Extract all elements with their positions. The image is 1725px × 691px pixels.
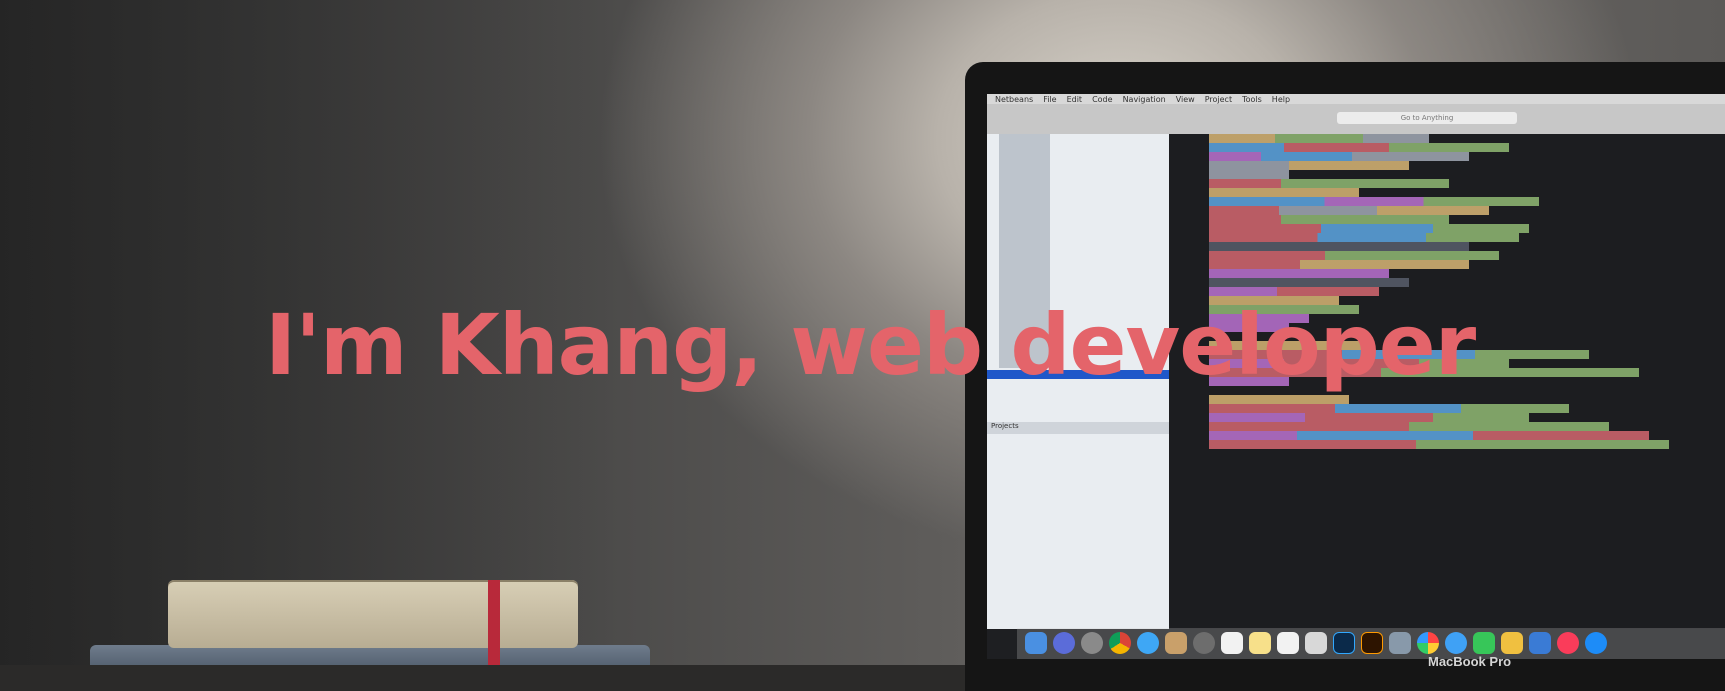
finder-icon (1025, 632, 1047, 654)
app-icon (1389, 632, 1411, 654)
code-line (1209, 242, 1469, 251)
book-top (168, 580, 578, 672)
tree-row (999, 251, 1169, 260)
chrome-icon (1109, 632, 1131, 654)
hero-section: Netbeans File Edit Code Navigation View … (0, 0, 1725, 691)
code-line (1209, 224, 1529, 233)
code-line (1209, 278, 1409, 287)
code-line (1209, 440, 1669, 449)
code-line (1209, 197, 1539, 206)
code-line (1209, 251, 1499, 260)
code-line (1209, 170, 1289, 179)
calendar-icon (1221, 632, 1243, 654)
code-line (1209, 152, 1469, 161)
tree-row (999, 188, 1169, 197)
menu-item: Help (1271, 94, 1291, 104)
code-line (1209, 395, 1349, 404)
tree-row (999, 278, 1169, 287)
messages-icon (1445, 632, 1467, 654)
ide-toolbar: Go to Anything (987, 104, 1725, 135)
tree-row (999, 233, 1169, 242)
book-elastic-band (488, 580, 500, 672)
menu-item: Project (1204, 94, 1233, 104)
app-store-icon (1585, 632, 1607, 654)
code-line (1209, 161, 1409, 170)
projects-panel-header: Projects (987, 422, 1169, 434)
code-line (1209, 134, 1429, 143)
menu-item: Netbeans (995, 94, 1034, 104)
tree-row (999, 269, 1169, 278)
go-to-anything-field: Go to Anything (1337, 112, 1517, 124)
tree-row (999, 287, 1169, 296)
code-line (1209, 413, 1529, 422)
code-line (1209, 404, 1569, 413)
tree-row (999, 179, 1169, 188)
code-line (1209, 269, 1389, 278)
reminders-icon (1277, 632, 1299, 654)
menu-item: Tools (1242, 94, 1262, 104)
code-line (1209, 260, 1469, 269)
code-line (1209, 422, 1609, 431)
safari-icon (1137, 632, 1159, 654)
dock (1017, 628, 1725, 659)
launchpad-icon (1081, 632, 1103, 654)
illustrator-icon (1361, 632, 1383, 654)
preview-icon (1305, 632, 1327, 654)
code-line (1209, 431, 1649, 440)
code-line (1209, 287, 1379, 296)
code-line (1209, 143, 1509, 152)
photoshop-icon (1333, 632, 1355, 654)
menu-item: Navigation (1122, 94, 1166, 104)
notes-icon (1249, 632, 1271, 654)
code-line (1209, 179, 1449, 188)
tree-row (999, 143, 1169, 152)
siri-icon (1053, 632, 1075, 654)
photos-icon (1417, 632, 1439, 654)
code-line (1209, 188, 1359, 197)
tree-row (999, 224, 1169, 233)
numbers-icon (1529, 632, 1551, 654)
hero-headline: I'm Khang, web developer (265, 296, 1476, 394)
tree-row (999, 206, 1169, 215)
tree-row (999, 215, 1169, 224)
tree-row (999, 197, 1169, 206)
music-icon (1557, 632, 1579, 654)
code-line (1209, 206, 1489, 215)
system-preferences-icon (1193, 632, 1215, 654)
tree-row (999, 242, 1169, 251)
facetime-icon (1473, 632, 1495, 654)
menu-bar: Netbeans File Edit Code Navigation View … (987, 94, 1725, 104)
code-line (1209, 215, 1449, 224)
menu-item: File (1043, 94, 1057, 104)
tree-row (999, 170, 1169, 179)
code-line (1209, 233, 1519, 242)
tree-row (999, 161, 1169, 170)
laptop-brand-label: MacBook Pro (1428, 654, 1512, 669)
tree-row (999, 134, 1169, 143)
tree-row (999, 152, 1169, 161)
tree-row (999, 260, 1169, 269)
mail-icon (1165, 632, 1187, 654)
menu-item: Edit (1066, 94, 1083, 104)
menu-item: Code (1092, 94, 1113, 104)
menu-item: View (1175, 94, 1195, 104)
pages-icon (1501, 632, 1523, 654)
